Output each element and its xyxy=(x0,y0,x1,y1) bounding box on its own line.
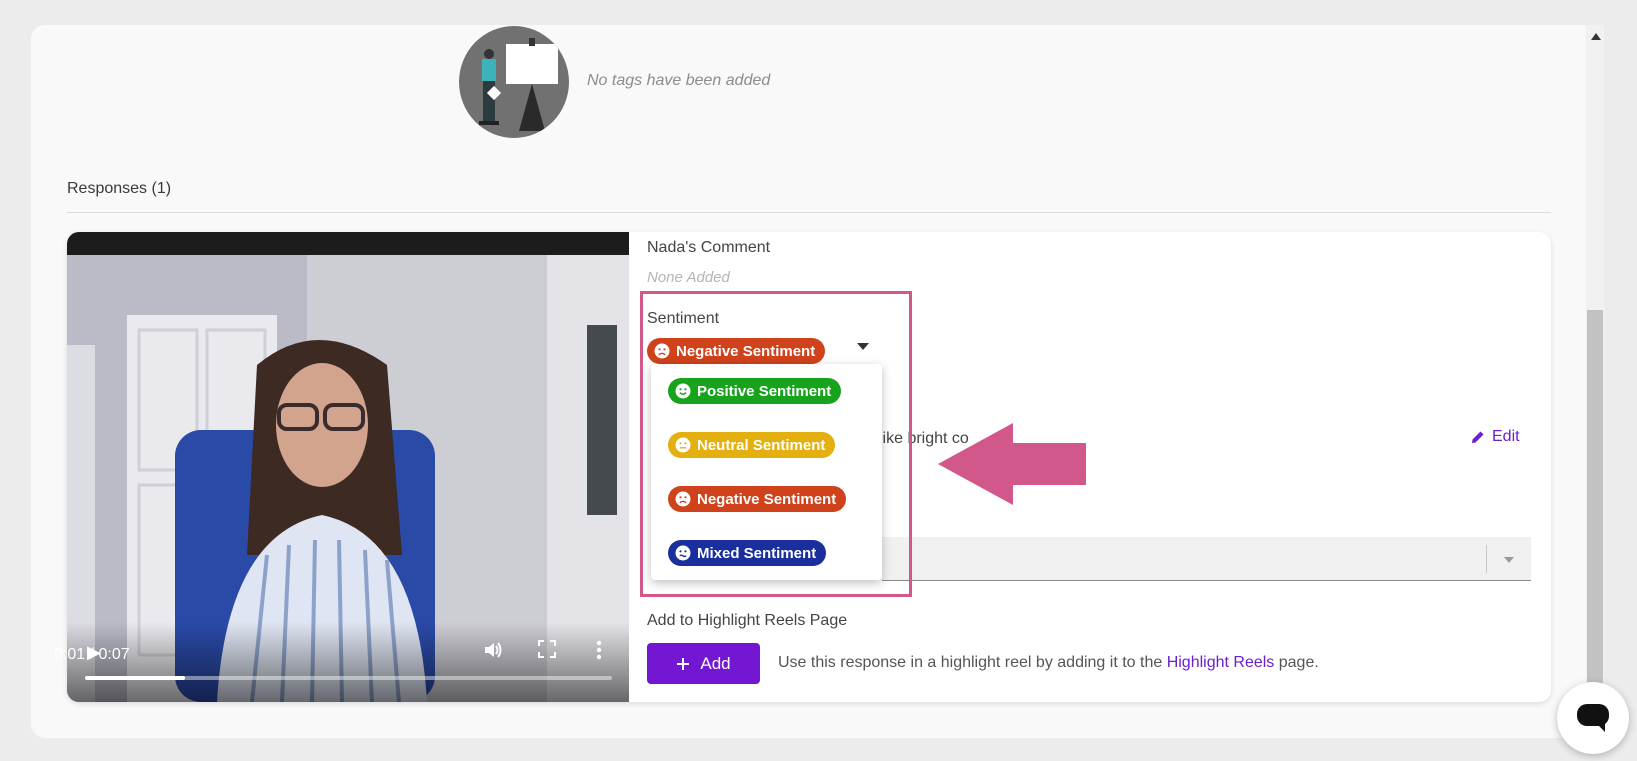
pencil-icon xyxy=(1472,431,1484,443)
highlight-reels-link[interactable]: Highlight Reels xyxy=(1167,654,1275,671)
option-neutral-sentiment[interactable]: Neutral Sentiment xyxy=(668,432,836,458)
sad-face-icon xyxy=(675,491,691,507)
chat-bubble-icon xyxy=(1577,704,1609,732)
selected-sentiment-badge[interactable]: Negative Sentiment xyxy=(647,338,826,364)
video-controls xyxy=(67,622,629,702)
chat-widget-button[interactable] xyxy=(1557,682,1629,754)
annotation-arrow-icon xyxy=(938,423,1086,505)
sad-face-icon xyxy=(654,343,670,359)
edit-transcript-button[interactable]: Edit xyxy=(1470,428,1520,446)
responses-heading: Responses (1) xyxy=(67,180,172,197)
video-progress-fill xyxy=(85,676,186,680)
plus-icon xyxy=(677,657,690,670)
mixed-face-icon xyxy=(675,545,691,561)
scroll-up-arrow-icon[interactable] xyxy=(1591,33,1601,40)
fullscreen-icon[interactable] xyxy=(538,640,556,662)
divider xyxy=(67,212,1551,213)
highlight-reels-label: Add to Highlight Reels Page xyxy=(647,612,848,629)
comment-label: Nada's Comment xyxy=(647,239,771,256)
select-caret-icon[interactable] xyxy=(1504,557,1514,563)
add-to-highlight-reel-button[interactable]: Add xyxy=(647,643,760,684)
video-time: 0:01 / 0:07 xyxy=(54,646,130,663)
highlight-reel-description: Use this response in a highlight reel by… xyxy=(778,654,1319,671)
video-progress-bar[interactable] xyxy=(85,676,612,680)
neutral-face-icon xyxy=(675,437,691,453)
volume-icon[interactable] xyxy=(483,640,503,664)
empty-tags-illustration xyxy=(459,26,569,138)
select-separator xyxy=(1486,545,1487,573)
more-options-icon[interactable] xyxy=(596,640,602,664)
sentiment-label: Sentiment xyxy=(647,310,720,327)
option-positive-sentiment[interactable]: Positive Sentiment xyxy=(668,378,842,404)
comment-value: None Added xyxy=(647,269,730,286)
sentiment-dropdown-menu: Positive Sentiment Neutral Sentiment Neg… xyxy=(651,364,882,580)
no-tags-text: No tags have been added xyxy=(587,72,771,89)
tag-select-field[interactable] xyxy=(882,537,1531,581)
happy-face-icon xyxy=(675,383,691,399)
video-player[interactable] xyxy=(67,232,629,702)
scrollbar-thumb[interactable] xyxy=(1587,310,1603,705)
sentiment-dropdown-caret[interactable] xyxy=(857,343,869,350)
selected-sentiment-text: Negative Sentiment xyxy=(676,342,816,360)
option-mixed-sentiment[interactable]: Mixed Sentiment xyxy=(668,540,827,566)
option-negative-sentiment[interactable]: Negative Sentiment xyxy=(668,486,847,512)
